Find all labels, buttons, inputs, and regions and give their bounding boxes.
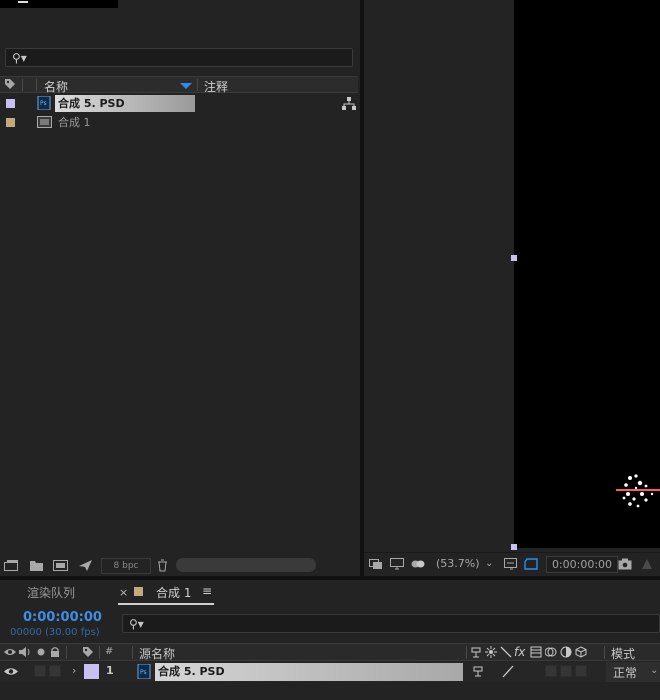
- effects-fx-icon[interactable]: fx: [514, 645, 525, 659]
- blend-mode-dropdown[interactable]: 正常: [613, 664, 637, 681]
- shy-switch-icon[interactable]: [470, 646, 482, 658]
- composition-viewer[interactable]: [364, 0, 660, 552]
- show-snapshot-icon[interactable]: [640, 557, 654, 571]
- expand-arrow-icon[interactable]: ›: [72, 664, 76, 677]
- project-footer: 8 bpc: [0, 556, 358, 576]
- layer-visibility-eye-icon[interactable]: [4, 666, 18, 677]
- search-icon[interactable]: ⚲▾: [129, 617, 144, 631]
- frame-rate-display: 00000 (30.00 fps): [10, 627, 100, 638]
- tab-composition-1[interactable]: × 合成 1 ≡: [118, 580, 214, 605]
- collapse-sun-icon[interactable]: [485, 646, 497, 658]
- lock-icon[interactable]: [49, 646, 61, 658]
- timeline-search-input[interactable]: ⚲▾: [122, 614, 660, 633]
- shy-switch-icon[interactable]: [470, 664, 486, 679]
- trash-icon[interactable]: [155, 559, 170, 572]
- project-item-name: 合成 5. PSD: [55, 95, 195, 112]
- region-of-interest-icon[interactable]: [504, 557, 518, 571]
- audio-speaker-icon[interactable]: [19, 646, 31, 658]
- transparency-grid-icon[interactable]: [524, 557, 538, 571]
- project-item-comp[interactable]: 合成 1: [0, 113, 358, 132]
- psd-file-icon: Ps: [37, 96, 51, 110]
- project-column-header: 名称 注释: [0, 76, 358, 95]
- chevron-down-icon[interactable]: ⌄: [650, 665, 658, 676]
- viewer-timecode[interactable]: 0:00:00:00: [546, 556, 618, 573]
- source-name-header[interactable]: 源名称: [139, 645, 175, 662]
- panel-menu-icon[interactable]: ≡: [202, 584, 212, 598]
- tab-label: 合成 1: [156, 586, 192, 600]
- timeline-column-header: # 源名称 fx 模式: [0, 643, 660, 661]
- zoom-level-dropdown[interactable]: (53.7%): [436, 557, 480, 570]
- bit-depth-button[interactable]: 8 bpc: [101, 558, 151, 574]
- close-icon[interactable]: ×: [119, 586, 128, 599]
- svg-text:Ps: Ps: [40, 100, 47, 107]
- column-separator: [132, 646, 133, 659]
- switch-cell[interactable]: [560, 665, 572, 677]
- frame-blend-icon[interactable]: [530, 646, 542, 658]
- solo-dot-icon[interactable]: [35, 646, 47, 658]
- label-tag-icon[interactable]: [4, 78, 16, 90]
- column-separator: [466, 646, 467, 659]
- mode-header[interactable]: 模式: [611, 645, 635, 662]
- adjustment-layer-icon[interactable]: [560, 646, 572, 658]
- column-separator: [36, 79, 37, 91]
- search-icon[interactable]: ⚲▾: [12, 51, 27, 65]
- psd-file-icon: Ps: [137, 664, 151, 679]
- motion-blur-icon[interactable]: [545, 646, 557, 658]
- viewer-toolbar: (53.7%) ⌄ 0:00:00:00: [364, 552, 660, 576]
- transform-handle[interactable]: [511, 544, 517, 550]
- new-folder-icon[interactable]: [29, 559, 44, 572]
- current-time-display[interactable]: 0:00:00:00: [23, 610, 102, 625]
- layer-number-header[interactable]: #: [105, 646, 113, 657]
- svg-text:Ps: Ps: [140, 669, 147, 676]
- solo-switch[interactable]: [34, 665, 46, 677]
- label-tag-icon[interactable]: [82, 646, 94, 658]
- project-search-input[interactable]: ⚲▾: [5, 48, 353, 67]
- label-swatch[interactable]: [6, 118, 15, 127]
- always-preview-icon[interactable]: [369, 557, 383, 571]
- transform-handle[interactable]: [511, 255, 517, 261]
- timeline-layer-row[interactable]: › 1 Ps 合成 5. PSD 正常 ⌄: [0, 662, 660, 682]
- thumbnail-mark-icon: [18, 0, 28, 3]
- column-separator: [66, 646, 67, 659]
- monitor-icon[interactable]: [390, 557, 404, 571]
- video-eye-icon[interactable]: [4, 646, 16, 658]
- composition-icon: [37, 116, 52, 128]
- column-name-header[interactable]: 名称: [44, 78, 68, 95]
- 3d-layer-cube-icon[interactable]: [575, 646, 587, 658]
- sort-descending-icon[interactable]: [180, 83, 192, 89]
- label-swatch[interactable]: [6, 99, 15, 108]
- interpret-footage-icon[interactable]: [4, 559, 19, 572]
- quality-slash-icon[interactable]: [500, 646, 512, 658]
- layer-index: 1: [106, 664, 114, 677]
- column-separator: [604, 646, 605, 659]
- project-horizontal-scrollbar[interactable]: [176, 558, 316, 572]
- mask-visibility-icon[interactable]: [411, 557, 425, 571]
- label-swatch: [134, 587, 143, 596]
- timeline-panel: 渲染队列 × 合成 1 ≡ 0:00:00:00 00000 (30.00 fp…: [0, 580, 660, 700]
- switch-cell[interactable]: [575, 665, 587, 677]
- switch-cell[interactable]: [545, 665, 557, 677]
- lock-switch[interactable]: [49, 665, 61, 677]
- flowchart-icon[interactable]: [342, 97, 356, 110]
- project-item-psd[interactable]: Ps 合成 5. PSD: [0, 94, 358, 113]
- particle-effect-graphic: [616, 474, 660, 508]
- column-separator: [99, 646, 100, 659]
- quality-slash-icon[interactable]: [500, 664, 516, 679]
- tab-render-queue[interactable]: 渲染队列: [27, 584, 75, 601]
- column-separator: [197, 79, 198, 91]
- column-comment-header[interactable]: 注释: [204, 78, 228, 95]
- camera-snapshot-icon[interactable]: [618, 557, 632, 571]
- layer-label-swatch[interactable]: [84, 664, 99, 679]
- composition-canvas[interactable]: [514, 0, 660, 548]
- render-send-icon[interactable]: [78, 559, 93, 572]
- layer-name[interactable]: 合成 5. PSD: [155, 663, 463, 681]
- project-thumbnail: [0, 0, 118, 8]
- new-composition-icon[interactable]: [53, 559, 68, 572]
- chevron-down-icon[interactable]: ⌄: [485, 558, 493, 569]
- column-separator: [22, 79, 23, 91]
- project-panel: ⚲▾ 名称 注释 Ps 合成 5. PSD 合成 1 8 bpc: [0, 0, 360, 578]
- project-item-name: 合成 1: [58, 116, 91, 129]
